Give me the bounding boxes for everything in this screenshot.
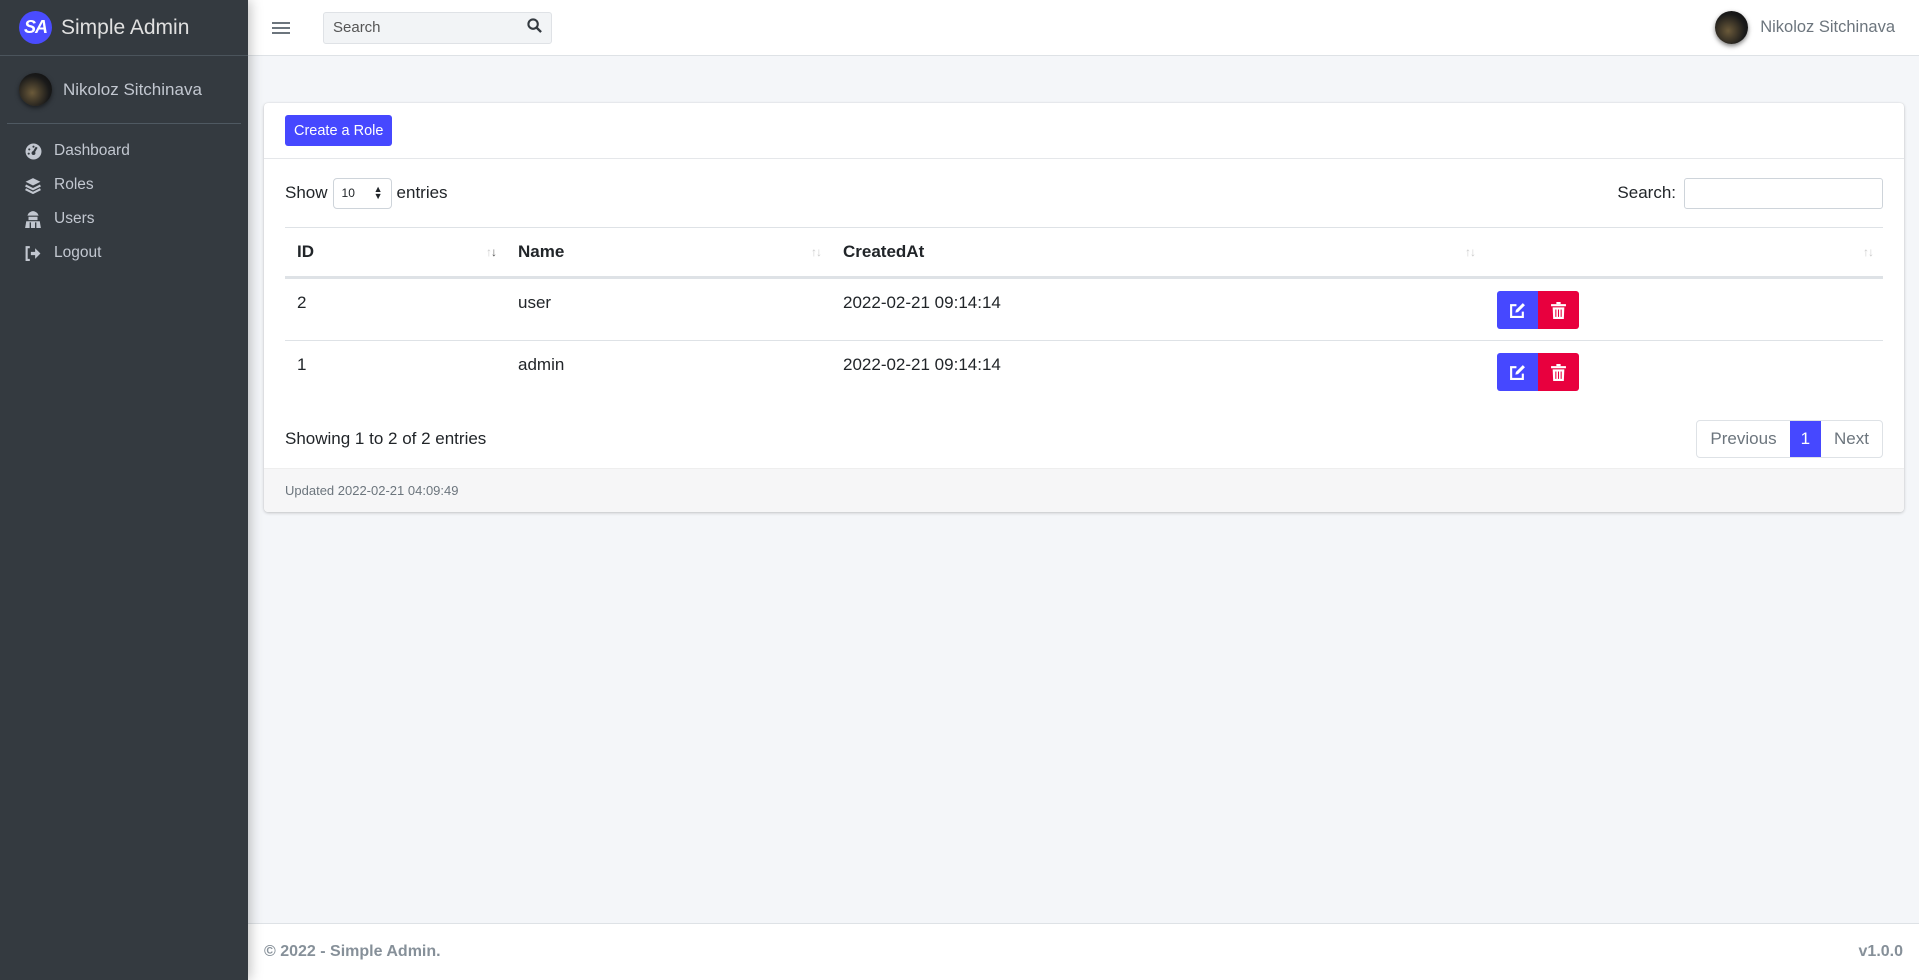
column-label: CreatedAt xyxy=(843,242,925,261)
column-header-actions[interactable]: ↑↓ xyxy=(1485,227,1883,279)
cell-id: 2 xyxy=(285,277,506,341)
filter-label: Search: xyxy=(1617,183,1676,202)
column-label: Name xyxy=(518,242,565,261)
navbar-search xyxy=(323,11,552,44)
table-row: 1 admin 2022-02-21 09:14:14 xyxy=(285,341,1883,404)
top-navbar: Nikoloz Sitchinava xyxy=(248,0,1919,56)
avatar xyxy=(19,73,52,106)
card-body: Show 10 ▲ ▼ entries Search: ID ↑↓ Name ↑↓ Cr… xyxy=(264,159,1904,474)
cell-created: 2022-02-21 09:14:14 xyxy=(831,277,1485,341)
sidebar-item-logout[interactable]: Logout xyxy=(0,236,248,270)
cell-id: 1 xyxy=(297,355,307,374)
sort-icon: ↑↓ xyxy=(486,245,497,259)
delete-button[interactable] xyxy=(1538,291,1579,329)
edit-icon xyxy=(1510,302,1525,318)
brand-logo: SA xyxy=(19,11,52,44)
entries-value: 10 xyxy=(341,186,355,200)
page-footer: © 2022 - Simple Admin. v1.0.0 xyxy=(248,923,1919,980)
cell-actions xyxy=(1485,277,1883,341)
entries-length: Show 10 ▲ ▼ entries xyxy=(285,177,448,209)
search-input[interactable] xyxy=(333,19,513,36)
sidebar-item-label: Dashboard xyxy=(54,142,130,159)
user-name: Nikoloz Sitchinava xyxy=(63,79,202,99)
avatar xyxy=(1715,11,1749,44)
layers-icon xyxy=(24,176,42,194)
create-role-button[interactable]: Create a Role xyxy=(285,115,393,146)
column-header-id[interactable]: ID ↑↓ xyxy=(285,227,506,279)
sign-out-icon xyxy=(24,244,42,262)
sidebar-item-roles[interactable]: Roles xyxy=(0,168,248,202)
search-icon[interactable] xyxy=(527,17,542,38)
tachometer-icon xyxy=(24,142,42,160)
table-footer: Showing 1 to 2 of 2 entries Previous 1 N… xyxy=(285,404,1883,474)
cell-actions xyxy=(1485,341,1883,404)
table-search-input[interactable] xyxy=(1684,177,1883,209)
menu-toggle-icon[interactable] xyxy=(272,19,290,37)
show-label: Show xyxy=(285,183,328,202)
select-arrows-icon: ▲ ▼ xyxy=(373,184,383,201)
trash-icon xyxy=(1551,301,1566,319)
brand-name: Simple Admin xyxy=(61,15,190,39)
table-filter: Search: xyxy=(1617,177,1883,209)
sidebar-item-dashboard[interactable]: Dashboard xyxy=(0,134,248,168)
table-info: Showing 1 to 2 of 2 entries xyxy=(285,428,487,448)
pagination: Previous 1 Next xyxy=(1696,419,1883,458)
table-row: 2 user 2022-02-21 09:14:14 xyxy=(285,277,1883,341)
user-menu-name: Nikoloz Sitchinava xyxy=(1760,18,1895,36)
trash-icon xyxy=(1551,363,1566,381)
column-header-createdat[interactable]: CreatedAt ↑↓ xyxy=(831,227,1485,279)
card-header: Create a Role xyxy=(264,103,1904,159)
card-footer: Updated 2022-02-21 04:09:49 xyxy=(264,468,1904,512)
user-menu[interactable]: Nikoloz Sitchinava xyxy=(1715,11,1895,44)
roles-table: ID ↑↓ Name ↑↓ CreatedAt ↑↓ ↑↓ 2 user 2022-0… xyxy=(285,227,1883,404)
sort-icon: ↑↓ xyxy=(1863,245,1874,259)
sort-icon: ↑↓ xyxy=(1465,245,1476,259)
entries-label: entries xyxy=(396,183,448,202)
user-panel[interactable]: Nikoloz Sitchinava xyxy=(7,56,241,124)
delete-button[interactable] xyxy=(1538,353,1579,391)
entries-select[interactable]: 10 ▲ ▼ xyxy=(332,177,392,209)
edit-button[interactable] xyxy=(1497,353,1538,391)
edit-button[interactable] xyxy=(1497,291,1538,329)
sidebar-item-users[interactable]: Users xyxy=(0,202,248,236)
table-controls: Show 10 ▲ ▼ entries Search: xyxy=(285,159,1883,227)
column-header-name[interactable]: Name ↑↓ xyxy=(506,227,831,279)
cell-name: user xyxy=(506,277,831,341)
brand-link[interactable]: SA Simple Admin xyxy=(0,0,248,56)
copyright: © 2022 - Simple Admin. xyxy=(264,943,441,960)
updated-text: Updated 2022-02-21 04:09:49 xyxy=(285,483,459,498)
previous-page-button[interactable]: Previous xyxy=(1697,421,1789,457)
next-page-button[interactable]: Next xyxy=(1821,421,1882,457)
sidebar: SA Simple Admin Nikoloz Sitchinava Dashb… xyxy=(0,0,248,980)
column-label: ID xyxy=(297,242,314,261)
sidebar-item-label: Users xyxy=(54,210,95,227)
sidebar-item-label: Roles xyxy=(54,176,94,193)
roles-card: Create a Role Show 10 ▲ ▼ entries Search: … xyxy=(264,103,1904,512)
sidebar-nav: Dashboard Roles Users Logout xyxy=(0,124,248,270)
sidebar-item-label: Logout xyxy=(54,244,102,261)
cell-created: 2022-02-21 09:14:14 xyxy=(843,355,1001,374)
version: v1.0.0 xyxy=(1858,943,1903,960)
edit-icon xyxy=(1510,364,1525,380)
sort-icon: ↑↓ xyxy=(811,245,822,259)
page-1-button[interactable]: 1 xyxy=(1789,420,1822,457)
cell-name: admin xyxy=(518,355,565,374)
users-icon xyxy=(24,210,42,228)
